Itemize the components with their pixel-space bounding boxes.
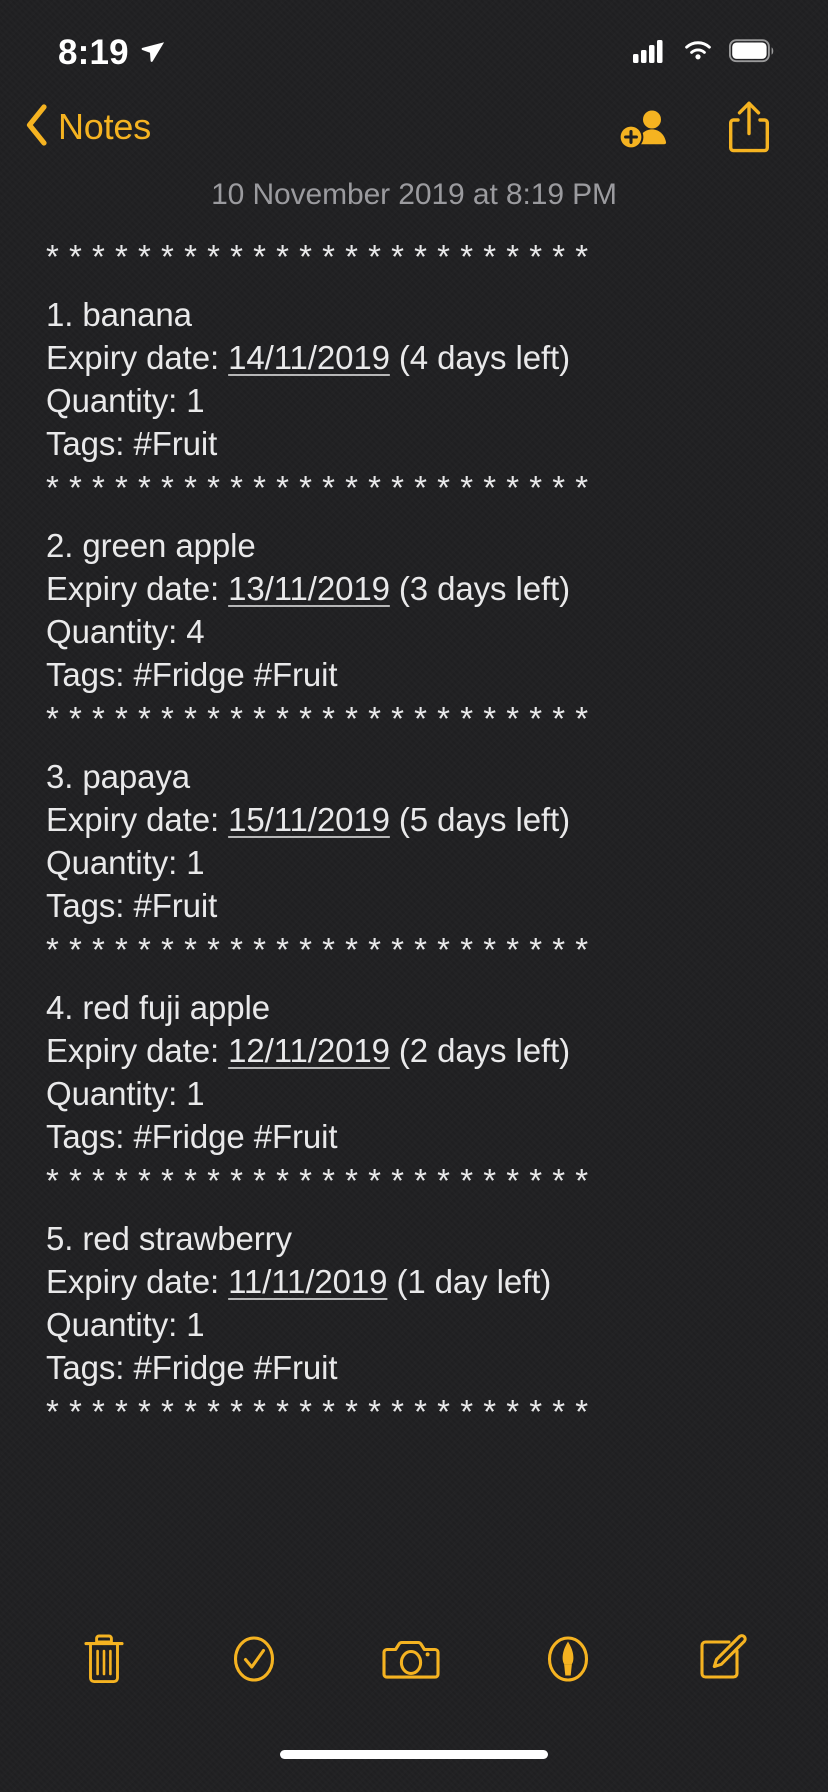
item-title: 3. papaya [46,758,191,795]
note-item: 4. red fuji apple Expiry date: 12/11/201… [46,986,782,1158]
share-icon[interactable] [726,99,772,155]
item-expiry-line: Expiry date: 11/11/2019 (1 day left) [46,1260,782,1303]
item-expiry-date[interactable]: 11/11/2019 [228,1263,387,1300]
item-days-left: (3 days left) [389,570,571,607]
item-days-left: (5 days left) [389,801,571,838]
separator-line: * * * * * * * * * * * * * * * * * * * * … [46,931,589,968]
item-title: 1. banana [46,296,192,333]
item-quantity: Quantity: 1 [46,844,205,881]
back-to-notes-button[interactable]: Notes [22,102,151,153]
item-tags: Tags: #Fridge #Fruit [46,1118,338,1155]
item-days-left: (4 days left) [389,339,571,376]
item-title: 2. green apple [46,527,256,564]
item-expiry-date[interactable]: 14/11/2019 [228,339,390,376]
item-expiry-label: Expiry date: [46,801,229,838]
bottom-toolbar [0,1598,828,1738]
markup-pen-circle-icon [540,1636,596,1692]
chevron-left-icon [22,102,52,153]
wifi-icon [682,39,714,68]
note-item: 3. papaya Expiry date: 15/11/2019 (5 day… [46,755,782,927]
note-item: 1. banana Expiry date: 14/11/2019 (4 day… [46,293,782,465]
delete-button[interactable] [79,1630,129,1688]
item-expiry-label: Expiry date: [46,1032,229,1069]
separator-line: * * * * * * * * * * * * * * * * * * * * … [46,469,589,506]
item-expiry-label: Expiry date: [46,570,229,607]
compose-button[interactable] [693,1630,749,1688]
item-title: 4. red fuji apple [46,989,270,1026]
status-bar: 8:19 [0,0,828,88]
item-expiry-date[interactable]: 13/11/2019 [228,570,390,607]
home-indicator[interactable] [280,1750,548,1759]
notes-screen: 8:19 Notes 10 November 2019 at 8:19 PM *… [0,0,828,1792]
trash-icon [79,1634,129,1692]
item-expiry-date[interactable]: 15/11/2019 [228,801,390,838]
item-expiry-line: Expiry date: 14/11/2019 (4 days left) [46,336,782,379]
item-quantity: Quantity: 1 [46,382,205,419]
item-tags: Tags: #Fridge #Fruit [46,656,338,693]
compose-icon [693,1634,749,1692]
checkmark-circle-icon [226,1636,282,1692]
note-item: 2. green apple Expiry date: 13/11/2019 (… [46,524,782,696]
separator-line: * * * * * * * * * * * * * * * * * * * * … [46,1393,589,1430]
item-title: 5. red strawberry [46,1220,292,1257]
note-item: 5. red strawberry Expiry date: 11/11/201… [46,1217,782,1389]
item-tags: Tags: #Fruit [46,425,218,462]
item-expiry-line: Expiry date: 15/11/2019 (5 days left) [46,798,782,841]
add-person-icon[interactable] [616,102,676,152]
navigation-bar: Notes [0,88,828,166]
item-tags: Tags: #Fruit [46,887,218,924]
navigation-actions [616,99,790,155]
item-expiry-line: Expiry date: 12/11/2019 (2 days left) [46,1029,782,1072]
markup-button[interactable] [540,1630,596,1688]
status-time: 8:19 [58,33,129,72]
separator-line: * * * * * * * * * * * * * * * * * * * * … [46,1162,589,1199]
location-arrow-icon [139,38,165,69]
separator-line: * * * * * * * * * * * * * * * * * * * * … [46,700,589,737]
item-expiry-label: Expiry date: [46,1263,229,1300]
home-indicator-area [0,1738,828,1792]
back-button-label: Notes [58,106,152,147]
cellular-signal-icon [633,39,667,68]
camera-button[interactable] [380,1630,442,1688]
item-quantity: Quantity: 1 [46,1075,205,1112]
item-expiry-date[interactable]: 12/11/2019 [228,1032,390,1069]
item-expiry-label: Expiry date: [46,339,229,376]
checklist-button[interactable] [226,1630,282,1688]
separator-line: * * * * * * * * * * * * * * * * * * * * … [46,238,589,275]
status-bar-right [633,38,776,68]
item-quantity: Quantity: 1 [46,1306,205,1343]
note-date: 10 November 2019 at 8:19 PM [211,178,617,211]
item-days-left: (2 days left) [389,1032,571,1069]
battery-full-icon [728,38,776,68]
item-days-left: (1 day left) [387,1263,552,1300]
camera-icon [380,1640,442,1692]
item-expiry-line: Expiry date: 13/11/2019 (3 days left) [46,567,782,610]
item-tags: Tags: #Fridge #Fruit [46,1349,338,1386]
status-bar-left: 8:19 [58,33,165,73]
note-content[interactable]: 10 November 2019 at 8:19 PM * * * * * * … [0,166,828,1598]
item-quantity: Quantity: 4 [46,613,205,650]
